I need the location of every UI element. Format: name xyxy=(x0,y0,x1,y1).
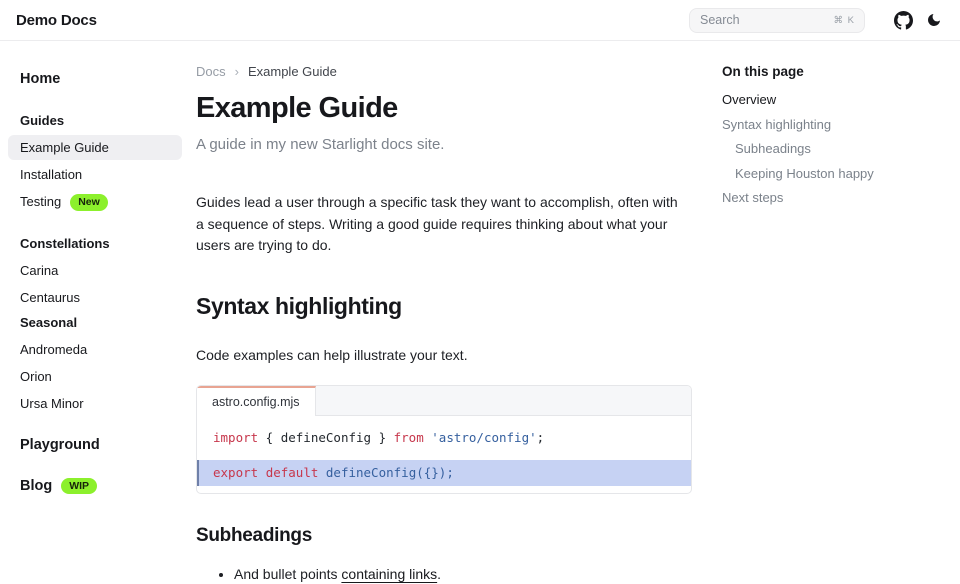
sidebar-item-carina[interactable]: Carina xyxy=(8,258,182,283)
heading-subheadings: Subheadings xyxy=(196,525,692,547)
code-line-highlighted: export default defineConfig({}); xyxy=(197,460,691,486)
on-this-page-panel: On this page Overview Syntax highlightin… xyxy=(692,41,960,584)
search-input[interactable] xyxy=(700,13,834,27)
heading-syntax-highlighting: Syntax highlighting xyxy=(196,293,692,320)
sidebar-item-orion[interactable]: Orion xyxy=(8,364,182,389)
sidebar-item-andromeda[interactable]: Andromeda xyxy=(8,337,182,362)
bullet-text: And bullet points xyxy=(234,566,341,582)
sidebar-item-label: Testing xyxy=(20,194,61,209)
chevron-separator-icon: › xyxy=(235,64,239,79)
sidebar-item-blog[interactable]: Blog WIP xyxy=(8,474,182,499)
toc-item-next-steps[interactable]: Next steps xyxy=(722,190,950,206)
containing-links-link[interactable]: containing links xyxy=(341,566,437,582)
wip-badge: WIP xyxy=(61,478,97,495)
page-subtitle: A guide in my new Starlight docs site. xyxy=(196,136,692,153)
code-token: export xyxy=(213,465,258,480)
search-box[interactable]: ⌘ K xyxy=(689,8,865,33)
code-token: { defineConfig } xyxy=(258,430,393,445)
bullet-list: And bullet points containing links. xyxy=(196,564,692,584)
sidebar-item-installation[interactable]: Installation xyxy=(8,162,182,187)
toc-item-subheadings[interactable]: Subheadings xyxy=(722,141,950,157)
toc-title: On this page xyxy=(722,64,950,79)
sidebar-item-example-guide[interactable]: Example Guide xyxy=(8,135,182,160)
sidebar-item-testing[interactable]: Testing New xyxy=(8,189,182,216)
code-block: astro.config.mjs import { defineConfig }… xyxy=(196,385,692,494)
new-badge: New xyxy=(70,194,108,211)
github-link[interactable] xyxy=(894,11,913,30)
code-token: import xyxy=(213,430,258,445)
toc-item-keeping-houston-happy[interactable]: Keeping Houston happy xyxy=(722,166,950,182)
code-area: import { defineConfig } from 'astro/conf… xyxy=(197,416,691,493)
code-token: ; xyxy=(537,430,545,445)
search-shortcut: ⌘ K xyxy=(834,15,855,26)
list-item: And bullet points containing links. xyxy=(234,564,692,584)
code-token: from xyxy=(394,430,424,445)
moon-icon xyxy=(926,12,942,28)
code-token xyxy=(318,465,326,480)
syntax-paragraph: Code examples can help illustrate your t… xyxy=(196,347,692,363)
code-token: 'astro/config' xyxy=(431,430,536,445)
bullet-text: . xyxy=(437,566,441,582)
breadcrumb-docs-link[interactable]: Docs xyxy=(196,64,226,79)
sidebar-item-centaurus[interactable]: Centaurus xyxy=(8,285,182,310)
sidebar-item-label: Blog xyxy=(20,478,52,494)
sidebar-item-ursa-minor[interactable]: Ursa Minor xyxy=(8,391,182,416)
code-token: default xyxy=(266,465,319,480)
page-layout: Home Guides Example Guide Installation T… xyxy=(0,41,960,584)
main-content: Docs › Example Guide Example Guide A gui… xyxy=(190,41,692,584)
sidebar-item-home[interactable]: Home xyxy=(8,67,182,91)
code-tab-filename[interactable]: astro.config.mjs xyxy=(197,386,316,416)
code-tab-bar: astro.config.mjs xyxy=(197,386,691,416)
theme-toggle[interactable] xyxy=(926,12,942,28)
github-icon xyxy=(894,11,913,30)
site-title[interactable]: Demo Docs xyxy=(16,12,97,29)
top-header: Demo Docs ⌘ K xyxy=(0,0,960,41)
code-token xyxy=(258,465,266,480)
sidebar-group-constellations: Constellations xyxy=(8,231,182,256)
sidebar-nav: Home Guides Example Guide Installation T… xyxy=(0,41,190,584)
breadcrumb: Docs › Example Guide xyxy=(196,64,692,79)
sidebar-group-guides: Guides xyxy=(8,108,182,133)
sidebar-item-playground[interactable]: Playground xyxy=(8,433,182,457)
intro-paragraph: Guides lead a user through a specific ta… xyxy=(196,192,678,257)
code-line: import { defineConfig } from 'astro/conf… xyxy=(197,426,691,450)
toc-item-overview[interactable]: Overview xyxy=(722,92,950,108)
sidebar-group-seasonal: Seasonal xyxy=(8,310,182,335)
breadcrumb-current: Example Guide xyxy=(248,64,337,79)
code-token: defineConfig({}); xyxy=(326,465,454,480)
toc-item-syntax-highlighting[interactable]: Syntax highlighting xyxy=(722,117,950,133)
page-title: Example Guide xyxy=(196,92,692,125)
